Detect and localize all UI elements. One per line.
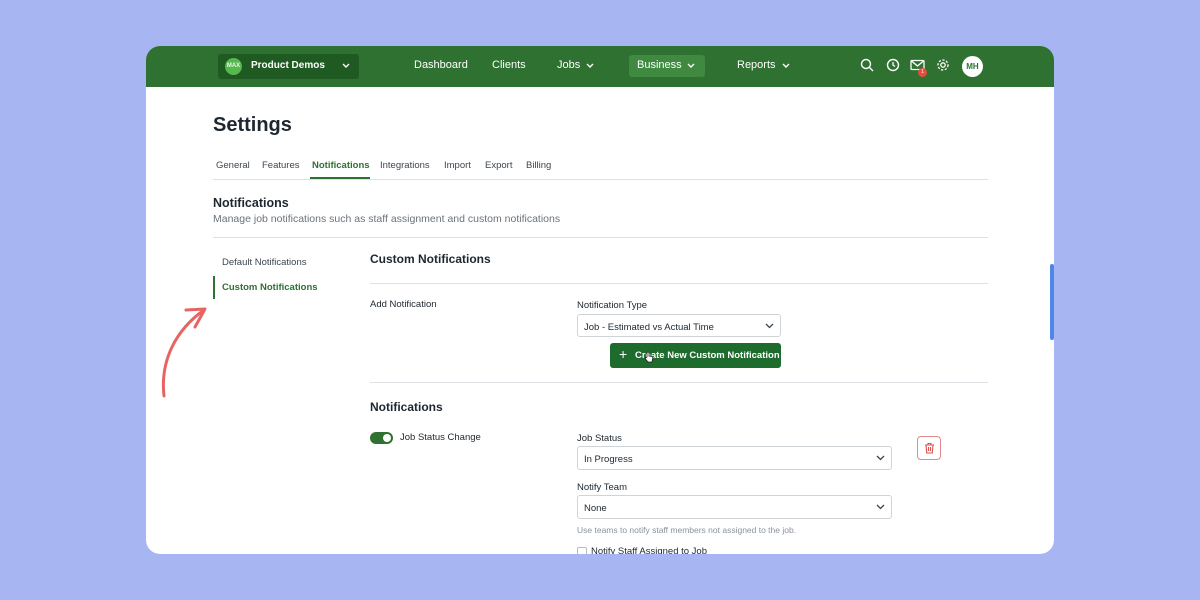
trash-icon: [925, 442, 934, 454]
notification-type-value: Job - Estimated vs Actual Time: [584, 322, 714, 333]
tab-import[interactable]: Import: [444, 160, 471, 171]
toggle-knob: [383, 434, 391, 442]
tab-features[interactable]: Features: [262, 160, 300, 171]
notify-team-helper-text: Use teams to notify staff members not as…: [577, 525, 797, 535]
custom-divider: [370, 283, 988, 284]
hand-cursor-icon: [644, 351, 654, 363]
add-notification-label: Add Notification: [370, 299, 437, 310]
plus-icon: +: [619, 346, 628, 362]
job-status-change-toggle[interactable]: [370, 432, 393, 444]
tab-integrations[interactable]: Integrations: [380, 160, 430, 171]
notify-staff-label: Notify Staff Assigned to Job: [591, 546, 708, 554]
chevron-down-icon: [342, 63, 350, 68]
business-chevron-icon: [687, 63, 695, 68]
nav-clients[interactable]: Clients: [492, 59, 526, 71]
notify-staff-checkbox[interactable]: [577, 547, 587, 554]
section-title: Notifications: [213, 196, 289, 210]
section-description: Manage job notifications such as staff a…: [213, 213, 561, 225]
notification-type-select[interactable]: Job - Estimated vs Actual Time: [577, 314, 781, 337]
reports-chevron-icon: [782, 63, 790, 68]
custom-bottom-divider: [370, 382, 988, 383]
jobs-chevron-icon: [586, 63, 594, 68]
create-button-label: Create New Custom Notification: [635, 350, 780, 361]
notify-team-label: Notify Team: [577, 482, 627, 493]
sidebar-item-custom-notifications[interactable]: Custom Notifications: [222, 282, 318, 293]
section-divider: [213, 237, 988, 238]
top-navigation-bar: MAX Product Demos Dashboard Clients Jobs…: [146, 46, 1054, 87]
tabs-divider: [213, 179, 988, 180]
org-name: Product Demos: [251, 60, 325, 71]
clock-icon[interactable]: [886, 58, 900, 72]
app-window: MAX Product Demos Dashboard Clients Jobs…: [146, 46, 1054, 554]
sidebar-item-default-notifications[interactable]: Default Notifications: [222, 257, 306, 268]
chevron-down-icon: [876, 504, 885, 510]
org-switcher[interactable]: MAX Product Demos: [218, 54, 359, 79]
tab-general[interactable]: General: [216, 160, 250, 171]
nav-dashboard[interactable]: Dashboard: [414, 59, 468, 71]
gear-icon[interactable]: [936, 58, 950, 72]
tab-notifications[interactable]: Notifications: [312, 160, 370, 171]
create-custom-notification-button[interactable]: + Create New Custom Notification: [610, 343, 781, 368]
job-status-label: Job Status: [577, 433, 622, 444]
notification-type-label: Notification Type: [577, 300, 648, 311]
chevron-down-icon: [765, 323, 774, 329]
custom-notifications-title: Custom Notifications: [370, 252, 491, 266]
nav-jobs[interactable]: Jobs: [557, 59, 580, 71]
job-status-select[interactable]: In Progress: [577, 446, 892, 470]
notifications-list-title: Notifications: [370, 400, 443, 414]
chevron-down-icon: [876, 455, 885, 461]
nav-business-label: Business: [637, 59, 682, 71]
notify-team-value: None: [584, 503, 607, 514]
notify-team-select[interactable]: None: [577, 495, 892, 519]
job-status-change-label: Job Status Change: [400, 432, 481, 443]
tab-billing[interactable]: Billing: [526, 160, 551, 171]
user-avatar[interactable]: MH: [962, 56, 983, 77]
scrollbar-thumb[interactable]: [1050, 264, 1054, 340]
page-title: Settings: [213, 114, 292, 136]
delete-notification-button[interactable]: [917, 436, 941, 460]
tab-export[interactable]: Export: [485, 160, 512, 171]
mail-badge: 1: [918, 68, 927, 77]
annotation-arrow-icon: [161, 307, 207, 398]
search-icon[interactable]: [860, 58, 874, 72]
job-status-value: In Progress: [584, 454, 633, 465]
nav-reports[interactable]: Reports: [737, 59, 776, 71]
org-logo: MAX: [225, 58, 242, 75]
sidebar-active-indicator: [213, 276, 215, 299]
nav-business[interactable]: Business: [629, 55, 705, 77]
